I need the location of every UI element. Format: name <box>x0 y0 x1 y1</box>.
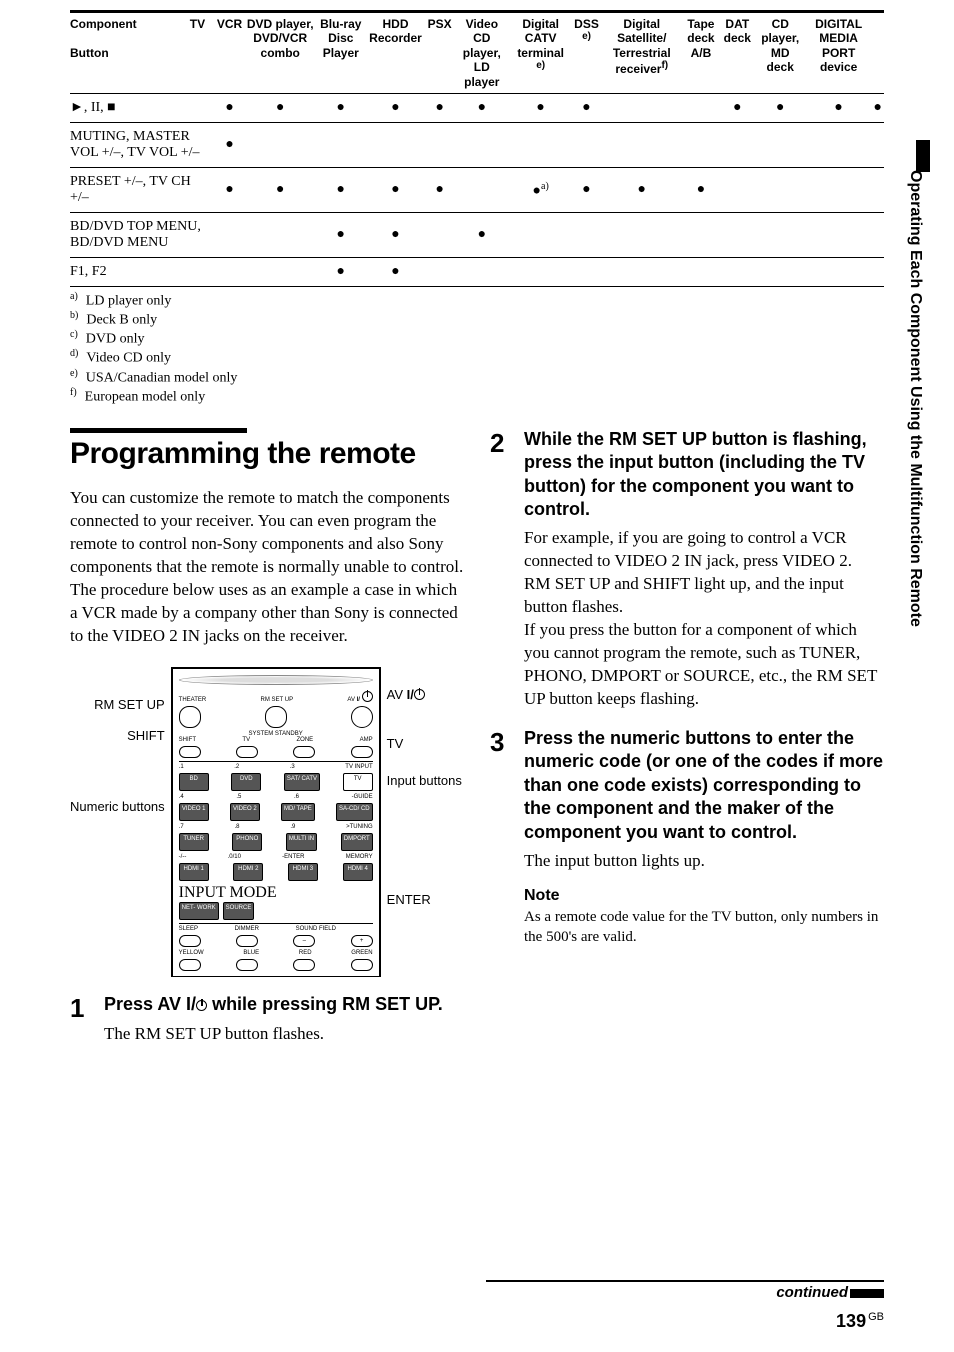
note-heading: Note <box>524 887 884 905</box>
step-3-body: The input button lights up. <box>524 850 884 873</box>
fn-c: DVD only <box>86 332 145 347</box>
label-enter: ENTER <box>387 892 462 907</box>
th-dat: DAT deck <box>720 12 755 94</box>
hdmi4-button[interactable]: HDMI 4 <box>343 863 373 881</box>
table-row: ►, II, ■ ●●●●●●●●●●●● <box>70 93 884 122</box>
zone-button[interactable] <box>293 746 315 758</box>
green-button[interactable] <box>351 959 373 971</box>
hdmi2-button[interactable]: HDMI 2 <box>233 863 263 881</box>
side-tab-marker <box>916 140 930 172</box>
table-row: PRESET +/–, TV CH +/– ●●●●●●a)●●● <box>70 167 884 212</box>
row-muting-vol: MUTING, MASTER VOL +/–, TV VOL +/– <box>70 122 215 167</box>
th-dvd: DVD player, DVD/VCR combo <box>244 12 316 94</box>
sound-field-plus-button[interactable]: + <box>351 935 373 947</box>
th-vcd: Video CD player, LD player <box>454 12 510 94</box>
network-button[interactable]: NET- WORK <box>179 902 219 920</box>
hdmi3-button[interactable]: HDMI 3 <box>288 863 318 881</box>
step-2-heading: While the RM SET UP button is flashing, … <box>524 428 884 522</box>
th-psx: PSX <box>426 12 454 94</box>
th-sat: Digital Satellite/ Terrestrial receiverf… <box>602 12 682 94</box>
step-2-number: 2 <box>490 428 512 459</box>
av-power-button[interactable] <box>351 706 373 728</box>
video2-button[interactable]: VIDEO 2 <box>230 803 260 821</box>
power-icon <box>196 1000 207 1011</box>
fn-a: LD player only <box>86 294 172 309</box>
footnote-list: a)LD player only b)Deck B only c)DVD onl… <box>70 291 884 406</box>
compatibility-table: ComponentButton TV VCR DVD player, DVD/V… <box>70 10 884 287</box>
sleep-button[interactable] <box>179 935 201 947</box>
red-button[interactable] <box>293 959 315 971</box>
th-dss: DSS e) <box>571 12 601 94</box>
remote-control-outline: THEATER RM SET UP AV I/ SYSTEM STANDBY S… <box>171 667 381 977</box>
label-numeric: Numeric buttons <box>70 799 165 814</box>
source-button[interactable]: SOURCE <box>223 902 255 920</box>
table-row: MUTING, MASTER VOL +/–, TV VOL +/– ● <box>70 122 884 167</box>
label-rm-set-up: RM SET UP <box>70 697 165 712</box>
th-button: ComponentButton <box>70 12 180 94</box>
th-bluray: Blu-ray Disc Player <box>316 12 365 94</box>
th-dmport: DIGITAL MEDIA PORT device <box>806 12 872 94</box>
fn-d: Video CD only <box>86 351 171 366</box>
th-vcr: VCR <box>215 12 244 94</box>
heading-rule <box>70 428 247 433</box>
intro-paragraph: You can customize the remote to match th… <box>70 487 464 648</box>
page-heading: Programming the remote <box>70 437 464 471</box>
note-body: As a remote code value for the TV button… <box>524 907 884 948</box>
label-shift: SHIFT <box>70 728 165 743</box>
th-cd: CD player, MD deck <box>755 12 806 94</box>
sat-catv-button[interactable]: SAT/ CATV <box>284 773 320 791</box>
power-icon <box>362 691 373 702</box>
dvd-button[interactable]: DVD <box>231 773 261 791</box>
row-play-pause-stop: ►, II, ■ <box>70 93 215 122</box>
page-number: 139GB <box>836 1311 884 1332</box>
sacd-button[interactable]: SA-CD/ CD <box>336 803 373 821</box>
row-f1-f2: F1, F2 <box>70 257 215 286</box>
md-tape-button[interactable]: MD/ TAPE <box>281 803 315 821</box>
step-2-body: For example, if you are going to control… <box>524 527 884 711</box>
multi-in-button[interactable]: MULTI IN <box>286 833 317 851</box>
label-av-io: AV I/ <box>387 687 462 702</box>
step-3-number: 3 <box>490 727 512 758</box>
th-tv: TV <box>180 12 215 94</box>
fn-e: USA/Canadian model only <box>86 370 238 385</box>
theater-button[interactable] <box>179 706 201 728</box>
sound-field-minus-button[interactable]: – <box>293 935 315 947</box>
rm-set-up-button[interactable] <box>265 706 287 728</box>
step-1-number: 1 <box>70 993 92 1024</box>
step-1-heading: Press AV I/ while pressing RM SET UP. <box>104 993 464 1016</box>
continued-label: continued <box>776 1284 884 1301</box>
label-input-buttons: Input buttons <box>387 773 462 788</box>
yellow-button[interactable] <box>179 959 201 971</box>
continued-bar: continued <box>486 1280 884 1302</box>
video1-button[interactable]: VIDEO 1 <box>179 803 209 821</box>
step-3-heading: Press the numeric buttons to enter the n… <box>524 727 884 844</box>
th-tape: Tape deck A/B <box>682 12 720 94</box>
tuner-button[interactable]: TUNER <box>179 833 209 851</box>
blue-button[interactable] <box>236 959 258 971</box>
side-section-label: Operating Each Component Using the Multi… <box>906 170 924 627</box>
remote-diagram: RM SET UP SHIFT Numeric buttons THEATER … <box>70 667 464 977</box>
tv-input-button[interactable]: TV <box>343 773 373 791</box>
table-row: BD/DVD TOP MENU, BD/DVD MENU ●●● <box>70 212 884 257</box>
tv-button[interactable] <box>236 746 258 758</box>
table-row: F1, F2 ●● <box>70 257 884 286</box>
label-tv: TV <box>387 736 462 751</box>
amp-button[interactable] <box>351 746 373 758</box>
th-catv: Digital CATV terminal e) <box>510 12 572 94</box>
step-1-body: The RM SET UP button flashes. <box>104 1023 464 1046</box>
bd-button[interactable]: BD <box>179 773 209 791</box>
th-hdd: HDD Recorder <box>365 12 425 94</box>
row-preset-ch: PRESET +/–, TV CH +/– <box>70 167 215 212</box>
power-icon <box>414 689 425 700</box>
hdmi1-button[interactable]: HDMI 1 <box>179 863 209 881</box>
row-bd-dvd-menu: BD/DVD TOP MENU, BD/DVD MENU <box>70 212 215 257</box>
phono-button[interactable]: PHONO <box>232 833 262 851</box>
dmport-button[interactable]: DMPORT <box>341 833 373 851</box>
fn-f: European model only <box>85 389 206 404</box>
dimmer-button[interactable] <box>236 935 258 947</box>
fn-b: Deck B only <box>86 313 157 328</box>
shift-button[interactable] <box>179 746 201 758</box>
